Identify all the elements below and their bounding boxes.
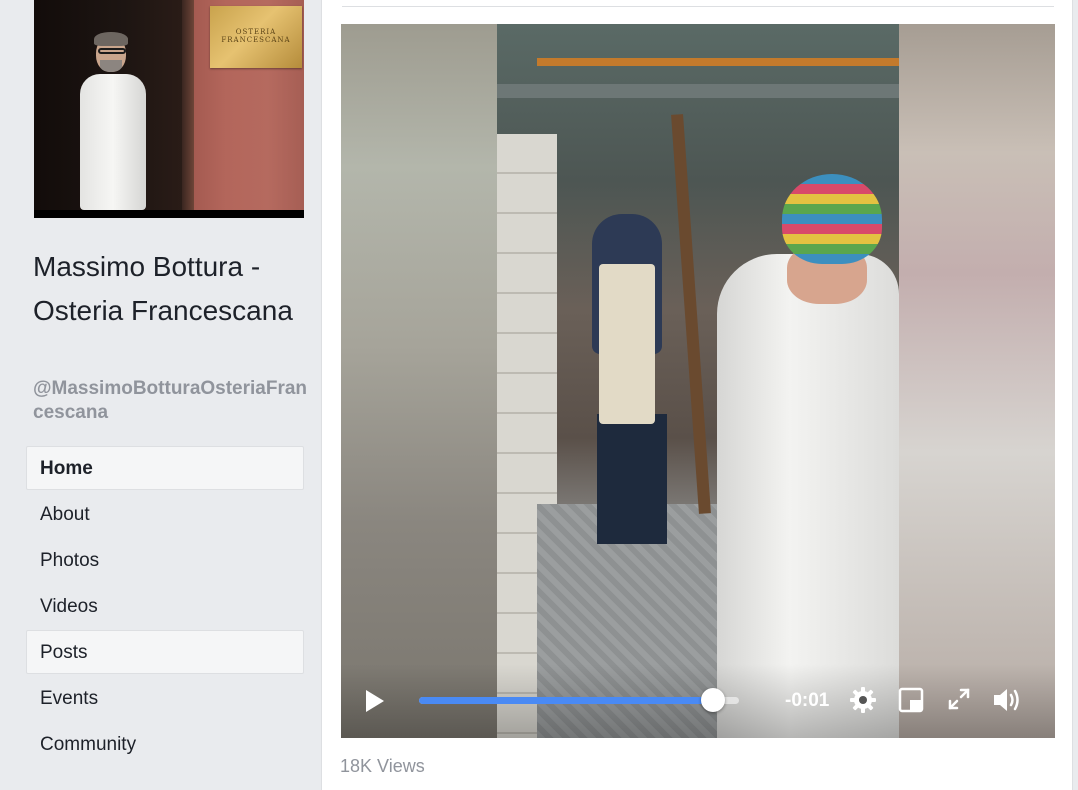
portrait-glasses [98,48,126,54]
page-title[interactable]: Massimo Bottura - Osteria Francescana [33,245,313,333]
cover-door-jamb [182,0,194,210]
settings-button[interactable] [847,684,879,716]
time-remaining: -0:01 [785,690,830,711]
nav-item-community[interactable]: Community [26,722,304,766]
nav-item-about[interactable]: About [26,492,304,536]
fullscreen-icon [948,688,970,710]
picture-in-picture-button[interactable] [897,686,925,714]
volume-button[interactable] [991,684,1025,716]
portrait-beard [100,60,122,72]
page-username[interactable]: @MassimoBotturaOsteriaFrancescana [33,377,313,425]
volume-icon [994,689,1019,711]
nav-item-videos[interactable]: Videos [26,584,304,628]
page-sidebar: OSTERIA FRANCESCANA Massimo Bottura - Os… [0,0,320,790]
video-frame [497,24,899,738]
portrait-shirt [80,74,146,210]
page-nav: Home About Photos Videos Posts Events Co… [26,446,304,768]
progress-fill [419,697,714,704]
video-controls: -0:01 [341,664,1055,738]
nav-item-photos[interactable]: Photos [26,538,304,582]
nav-item-home[interactable]: Home [26,446,304,490]
chef-portrait [74,30,154,210]
progress-scrubber-handle[interactable] [701,688,726,712]
play-icon [366,690,384,712]
settings-gear-icon [850,687,876,713]
video-progress-bar[interactable] [419,688,739,712]
restaurant-sign: OSTERIA FRANCESCANA [210,6,302,68]
frame-pipe [537,58,899,66]
fullscreen-button[interactable] [946,686,972,712]
nav-item-posts[interactable]: Posts [26,630,304,674]
sign-line-2: FRANCESCANA [221,36,291,44]
sign-line-1: OSTERIA [235,28,277,36]
post-card: -0:01 18K Views [321,0,1073,790]
video-blur-left [341,24,497,738]
frame-knit-hat [782,174,882,264]
play-button[interactable] [361,686,389,716]
card-divider [342,6,1054,7]
frame-pizza-paddle [671,114,711,514]
nav-item-events[interactable]: Events [26,676,304,720]
frame-duct [497,84,899,98]
video-view-count: 18K Views [340,756,425,776]
frame-dancer-legs [597,414,667,544]
video-player[interactable]: -0:01 [341,24,1055,738]
profile-picture[interactable]: OSTERIA FRANCESCANA [34,0,304,218]
portrait-hair [94,32,128,46]
video-blur-right [899,24,1055,738]
picture-in-picture-icon [898,687,924,713]
frame-apron [599,264,655,424]
